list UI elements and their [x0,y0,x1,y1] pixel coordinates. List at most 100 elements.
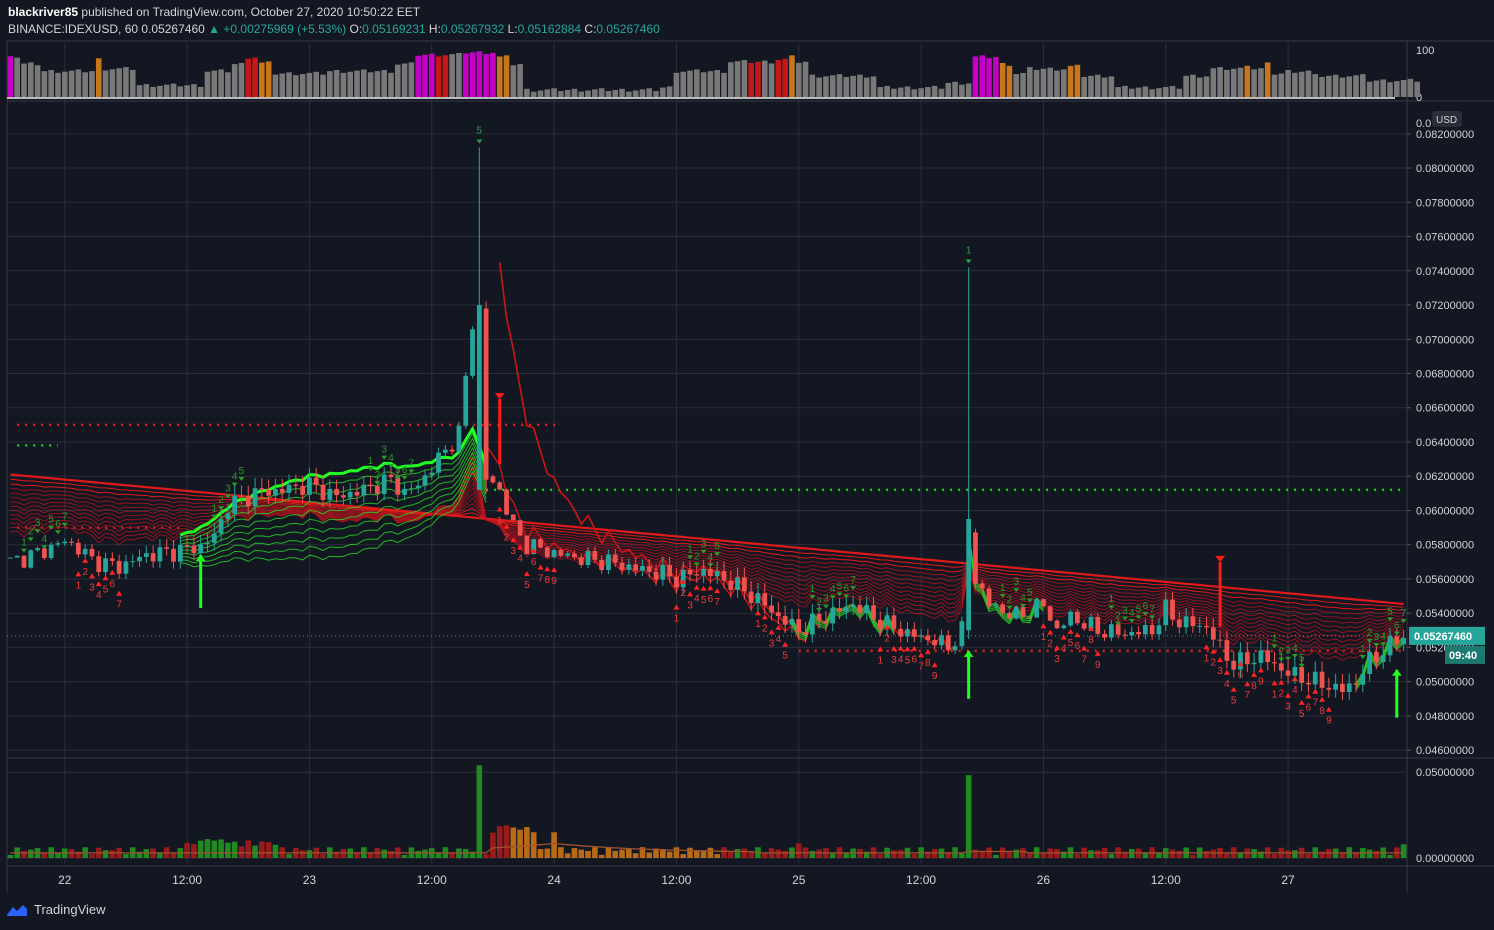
oscillator-bar [877,87,884,97]
candle-body [809,613,815,635]
oscillator-bar [1020,72,1026,97]
oscillator-bar [306,72,313,97]
oscillator-bar [741,60,748,97]
oscillator-bar [231,64,238,97]
sequential-count-label: 3 [381,445,387,456]
oscillator-bar [1162,87,1169,97]
sequential-count-label: 8 [925,658,931,669]
candle-body [1306,682,1311,685]
sequential-count-label: 2 [504,533,510,544]
candle-body [952,646,958,651]
candle-body [606,554,611,571]
volume-bar [721,847,727,858]
oscillator-bar [1278,73,1285,97]
oscillator-bar [823,76,829,97]
candle-body [959,621,965,647]
candle-body [14,555,20,558]
candle-body [674,576,679,588]
sequential-count-label: 5 [1299,653,1305,664]
candle-body [1299,666,1305,683]
oscillator-bar [1210,68,1217,97]
volume-bar [571,848,578,858]
volume-bar [388,850,394,858]
oscillator-bar [1394,81,1400,97]
sequential-count-label: 2 [762,623,768,634]
oscillator-bar [1353,75,1359,97]
oscillator-bar [123,67,129,97]
candle-body [1333,683,1339,690]
candle-body [1272,662,1277,664]
sequential-count-label: 3 [891,655,897,666]
oscillator-bar [761,60,768,97]
oscillator-bar [1047,67,1054,97]
candle-body [347,491,353,498]
candle-body [986,588,992,607]
author-name[interactable]: blackriver85 [8,5,78,19]
oscillator-bar [952,81,958,97]
candle-body [1224,640,1230,661]
candle-body [789,619,795,625]
oscillator-bar [1067,65,1074,97]
candle-body [762,593,768,606]
sequential-count-label: 4 [830,584,836,595]
x-tick-label: 12:00 [172,873,202,887]
sequential-count-label: 3 [511,546,517,557]
y-tick-label: 0.04600000 [1416,745,1474,757]
oscillator-bar [564,89,571,97]
oscillator-bar [904,86,911,97]
volume-bar [551,832,557,858]
volume-bar [184,842,190,858]
oscillator-bar [503,55,510,97]
open-value: 0.05169231 [362,22,426,36]
candle-body [456,425,462,452]
volume-bar [592,847,598,858]
candle-body [164,547,170,549]
oscillator-bar [1285,70,1291,97]
candle-body [510,514,516,521]
candle-body [225,513,231,520]
volume-bar [734,849,741,858]
tradingview-footer[interactable]: TradingView [6,902,106,917]
oscillator-bar [925,87,931,97]
candle-body [252,488,258,507]
oscillator-bar [333,70,340,97]
volume-bar [320,854,326,858]
oscillator-bar [1128,88,1135,97]
candle-body [198,544,204,554]
oscillator-bar [700,72,707,97]
volume-bar [809,850,816,858]
candle-body [680,569,686,588]
chart-canvas[interactable]: 0.08200000 0.08000000 0.07800000 0.07600000… [0,0,1494,930]
tradingview-brand: TradingView [34,902,106,917]
candle-body [1217,639,1223,641]
candle-body [1244,652,1250,665]
oscillator-bar [993,57,999,97]
oscillator-bar [938,88,945,97]
candle-body [721,571,727,581]
candle-body [21,555,27,568]
volume-bar [272,844,279,858]
oscillator-bar [727,62,734,97]
y-tick-label: 0.07800000 [1416,197,1474,209]
oscillator-bar [1176,88,1183,97]
sequential-count-label: 7 [850,575,856,586]
oscillator-bar [1319,76,1325,97]
candle-body [504,489,509,515]
oscillator-bar [360,69,367,97]
sequential-count-label: 7 [116,600,122,611]
sequential-count-label: 7 [538,574,544,585]
candle-body [1000,604,1006,613]
oscillator-bar [449,54,455,97]
volume-tick-label: 0.05000000 [1416,767,1474,779]
sequential-count-label: 7 [1245,690,1251,701]
candle-body [313,477,319,485]
oscillator-bar [204,71,211,97]
price-change: +0.00275969 (+5.53%) [223,22,347,36]
oscillator-bar [225,72,231,97]
volume-bar [646,852,653,858]
candle-body [660,564,666,580]
volume-bar [775,849,782,858]
volume-bar [897,850,904,858]
oscillator-bar [21,63,27,97]
symbol-name[interactable]: BINANCE:IDEXUSD, 60 [8,22,138,36]
